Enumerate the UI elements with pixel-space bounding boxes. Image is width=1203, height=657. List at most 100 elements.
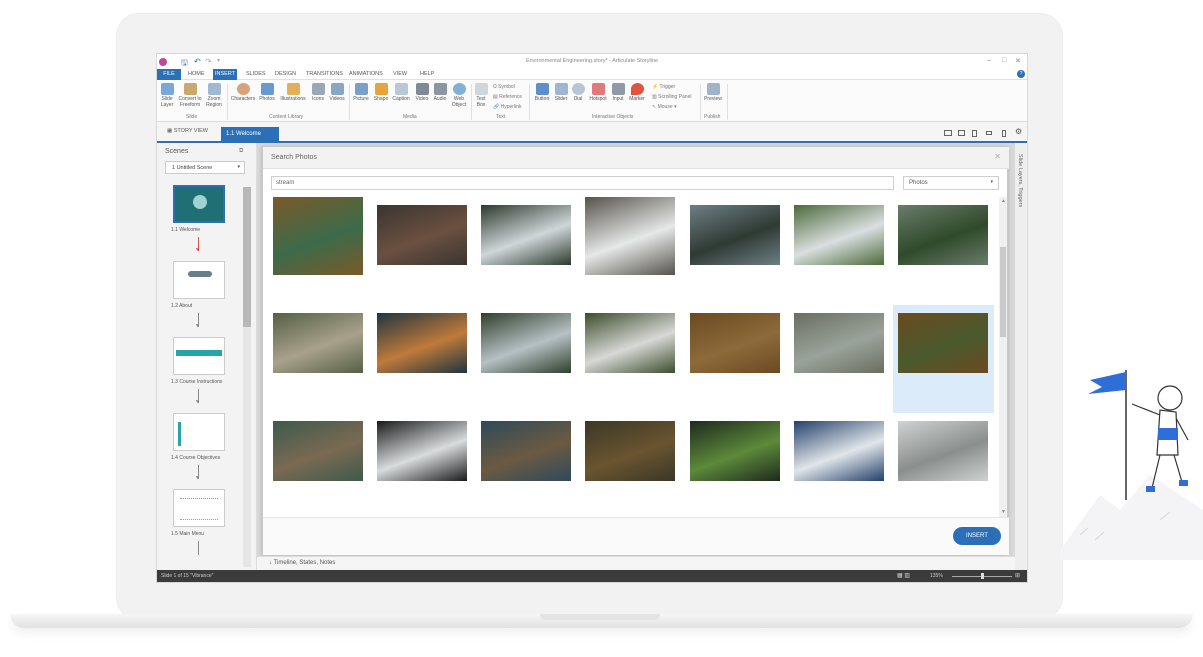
photo-search-input[interactable]: [271, 176, 894, 190]
slider-button[interactable]: Slider: [553, 83, 569, 102]
text-box-button[interactable]: Text Box: [473, 83, 489, 108]
photo-result-tile[interactable]: [267, 413, 368, 521]
photo-result-tile[interactable]: [580, 197, 681, 305]
button-insert-button[interactable]: Button: [532, 83, 552, 102]
slide-thumbnail-course-objectives[interactable]: [173, 413, 225, 451]
minimize-icon[interactable]: –: [987, 57, 991, 64]
icons-button[interactable]: Icons: [310, 83, 326, 102]
slide-thumbnail-welcome[interactable]: [173, 185, 225, 223]
scroll-down-icon[interactable]: ▼: [1001, 509, 1006, 515]
phone-landscape-icon[interactable]: [986, 131, 992, 135]
pop-out-icon[interactable]: ⧉: [239, 148, 243, 155]
photo-result-tile[interactable]: [267, 197, 368, 305]
slide-layer-button[interactable]: Slide Layer: [159, 83, 175, 108]
audio-button[interactable]: Audio: [432, 83, 448, 102]
tab-transitions[interactable]: TRANSITIONS: [306, 71, 343, 77]
mouse-button[interactable]: ↖ Mouse ▾: [652, 104, 677, 110]
photo-result-tile[interactable]: [476, 197, 577, 305]
tab-help[interactable]: HELP: [420, 71, 434, 77]
tab-home[interactable]: HOME: [188, 71, 205, 77]
photo-grid-scrollbar-track[interactable]: [999, 197, 1007, 517]
illustrations-icon: [286, 83, 300, 95]
slide-label: 1.1 Welcome: [171, 227, 201, 233]
hyperlink-button[interactable]: 🔗 Hyperlink: [493, 104, 521, 110]
photos-button[interactable]: Photos: [258, 83, 276, 102]
timeline-bar[interactable]: ↓ Timeline, States, Notes: [257, 556, 1015, 570]
tab-animations[interactable]: ANIMATIONS: [349, 71, 383, 77]
grid-view-icon[interactable]: ▦ ▥: [897, 572, 910, 579]
tab-story-view[interactable]: ▦ STORY VIEW: [167, 128, 208, 134]
close-window-icon[interactable]: ✕: [1015, 57, 1021, 65]
photo-result-tile[interactable]: [580, 305, 681, 413]
scene-dropdown[interactable]: 1 Untitled Scene ▾: [165, 161, 245, 174]
photo-result-tile[interactable]: [789, 305, 890, 413]
illustrations-button[interactable]: Illustrations: [278, 83, 308, 102]
photo-result-tile[interactable]: [789, 197, 890, 305]
zoom-slider-handle[interactable]: [981, 573, 984, 579]
marker-button[interactable]: Marker: [628, 83, 646, 102]
scroll-up-icon[interactable]: ▲: [1001, 198, 1006, 204]
photo-thumbnail: [585, 421, 676, 481]
photo-result-tile[interactable]: [789, 413, 890, 521]
insert-button[interactable]: INSERT: [953, 527, 1001, 545]
photo-result-tile[interactable]: [893, 413, 994, 521]
fit-to-window-icon[interactable]: ⊞: [1015, 572, 1020, 579]
tablet-landscape-icon[interactable]: [958, 130, 965, 136]
hotspot-button[interactable]: Hotspot: [588, 83, 608, 102]
slide-thumbnail-about[interactable]: [173, 261, 225, 299]
photo-result-tile[interactable]: [371, 305, 472, 413]
videos-button[interactable]: Videos: [328, 83, 346, 102]
tab-slides[interactable]: SLIDES: [246, 71, 266, 77]
picture-icon: [354, 83, 368, 95]
trigger-button[interactable]: ⚡ Trigger: [652, 84, 675, 90]
photo-result-tile[interactable]: [893, 197, 994, 305]
timeline-toggle[interactable]: ↓ Timeline, States, Notes: [269, 560, 335, 566]
scrolling-panel-button[interactable]: ▥ Scrolling Panel: [652, 94, 691, 100]
convert-freeform-button[interactable]: Convert to Freeform: [177, 83, 203, 108]
photo-result-tile[interactable]: [371, 197, 472, 305]
tab-file[interactable]: FILE: [157, 69, 181, 80]
photo-grid-scrollbar-thumb[interactable]: [1000, 247, 1006, 337]
dial-button[interactable]: Dial: [571, 83, 585, 102]
shape-icon: [374, 83, 388, 95]
web-object-button[interactable]: Web Object: [450, 83, 468, 108]
tablet-portrait-icon[interactable]: [972, 130, 977, 137]
tab-design[interactable]: DESIGN: [275, 71, 296, 77]
photo-result-tile[interactable]: [684, 197, 785, 305]
title-bar: 🖫 ↶ ↷ ▾ Environmental Engineering.story*…: [157, 54, 1027, 69]
photo-result-tile[interactable]: [267, 305, 368, 413]
preview-button[interactable]: Preview: [703, 83, 723, 102]
input-button[interactable]: Input: [610, 83, 626, 102]
slide-thumbnail-main-menu[interactable]: [173, 489, 225, 527]
photo-result-tile[interactable]: [371, 413, 472, 521]
picture-button[interactable]: Picture: [352, 83, 370, 102]
photo-result-tile[interactable]: [476, 413, 577, 521]
zoom-region-button[interactable]: Zoom Region: [205, 83, 223, 108]
characters-button[interactable]: Characters: [230, 83, 256, 102]
photo-result-tile[interactable]: [580, 413, 681, 521]
slide-label: 1.4 Course Objectives: [171, 455, 221, 461]
close-icon[interactable]: ✕: [994, 152, 1001, 161]
scenes-scrollbar-thumb[interactable]: [243, 187, 251, 327]
settings-gear-icon[interactable]: ⚙: [1015, 127, 1022, 136]
slide-layers-triggers-label[interactable]: Slide Layers, Triggers: [1017, 154, 1023, 207]
help-icon[interactable]: ?: [1017, 70, 1025, 78]
photo-result-tile[interactable]: [684, 413, 785, 521]
video-button[interactable]: Video: [414, 83, 430, 102]
tab-view[interactable]: VIEW: [393, 71, 407, 77]
tab-slide-welcome[interactable]: 1.1 Welcome: [221, 127, 279, 143]
tab-insert[interactable]: INSERT: [213, 69, 237, 80]
reference-button[interactable]: ▤ Reference: [493, 94, 522, 100]
symbol-button[interactable]: Ω Symbol: [493, 84, 515, 90]
media-type-dropdown[interactable]: Photos ▾: [903, 176, 999, 190]
photo-result-tile[interactable]: [476, 305, 577, 413]
maximize-icon[interactable]: □: [1002, 57, 1006, 64]
climber-arm: [1131, 403, 1161, 416]
shape-button[interactable]: Shape: [372, 83, 390, 102]
phone-portrait-icon[interactable]: [1002, 130, 1006, 137]
slide-thumbnail-course-instructions[interactable]: [173, 337, 225, 375]
caption-button[interactable]: Caption: [391, 83, 411, 102]
photo-result-tile[interactable]: [892, 305, 994, 413]
desktop-view-icon[interactable]: [944, 130, 952, 136]
photo-result-tile[interactable]: [684, 305, 785, 413]
